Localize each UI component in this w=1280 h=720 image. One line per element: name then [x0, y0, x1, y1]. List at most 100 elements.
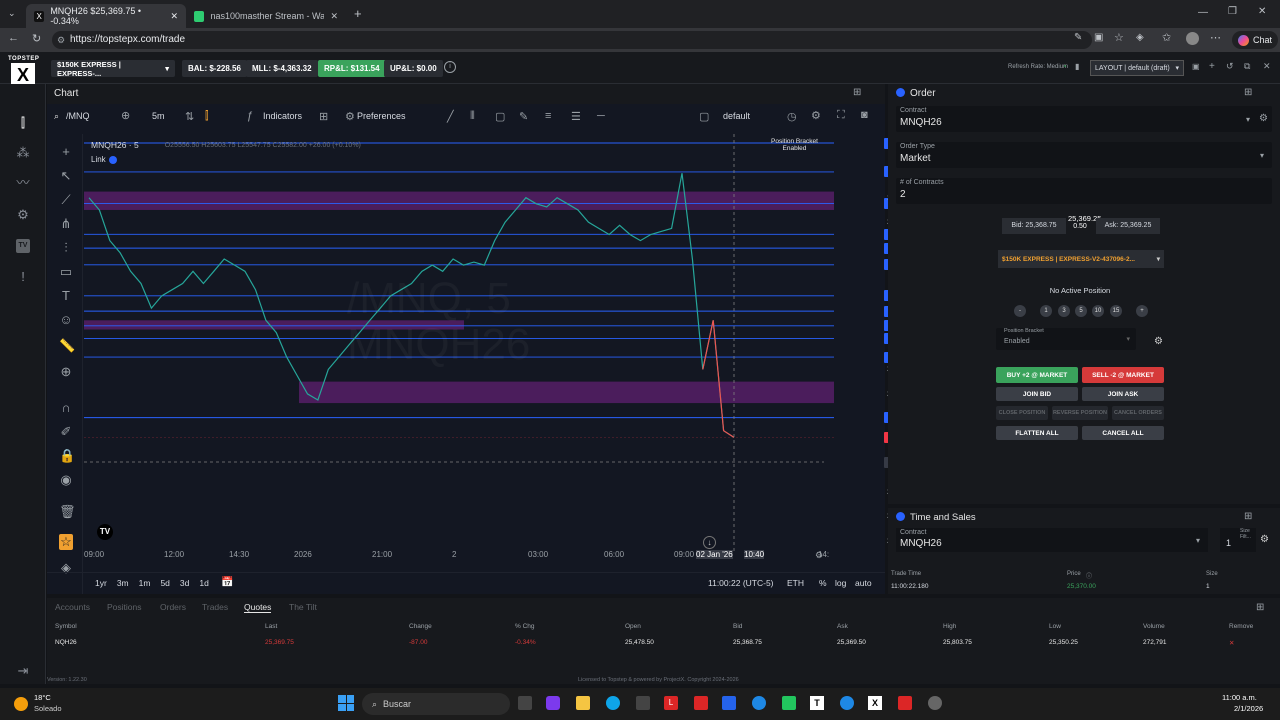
date-range-icon[interactable]: 📅: [221, 577, 233, 588]
ask-price[interactable]: Ask: 25,369.25: [1096, 218, 1160, 234]
add-panel-icon[interactable]: ⊞: [1244, 87, 1252, 98]
pen-icon[interactable]: ✎: [519, 110, 528, 123]
exit-icon[interactable]: ⇥: [16, 664, 30, 678]
sell-market-button[interactable]: SELL -2 @ MARKET: [1082, 367, 1164, 383]
weather-sun-icon[interactable]: [14, 697, 28, 711]
undo-icon[interactable]: ↺: [1226, 61, 1234, 72]
taskbar-search-input[interactable]: ⌕ Buscar: [362, 693, 510, 715]
go-to-time-icon[interactable]: ↓: [703, 536, 716, 549]
reload-icon[interactable]: ↻: [32, 32, 41, 45]
template-select[interactable]: default: [723, 111, 750, 121]
add-layout-icon[interactable]: +: [1209, 61, 1215, 72]
column-header[interactable]: Last: [265, 623, 277, 630]
copilot-app-icon[interactable]: [546, 696, 560, 710]
symbol-search-input[interactable]: /MNQ: [66, 111, 90, 121]
edge-icon[interactable]: [606, 696, 620, 710]
topstep-app-icon[interactable]: X: [868, 696, 882, 710]
join-ask-button[interactable]: JOIN ASK: [1082, 387, 1164, 401]
cancel-all-button[interactable]: CANCEL ALL: [1082, 426, 1164, 440]
browser2-icon[interactable]: [840, 696, 854, 710]
shape-tool-icon[interactable]: ▭: [59, 264, 73, 280]
maximize-icon[interactable]: ❐: [1228, 6, 1237, 17]
column-header[interactable]: Low: [1049, 623, 1061, 630]
preferences-button[interactable]: Preferences: [357, 111, 406, 121]
indicators-button[interactable]: Indicators: [263, 111, 302, 121]
store-icon[interactable]: [636, 696, 650, 710]
browser-globe-icon[interactable]: [752, 696, 766, 710]
column-header[interactable]: Bid: [733, 623, 742, 630]
percent-toggle[interactable]: %: [819, 578, 827, 588]
log-toggle[interactable]: log: [835, 578, 846, 588]
pattern-tool-icon[interactable]: ⫶: [59, 240, 73, 256]
bottom-tab-the-tilt[interactable]: The Tilt: [289, 602, 317, 612]
rectangle-icon[interactable]: ▢: [495, 110, 505, 123]
fullscreen-icon[interactable]: ⛶: [837, 109, 845, 122]
close-icon[interactable]: ✕: [330, 11, 338, 22]
column-header[interactable]: Open: [625, 623, 641, 630]
outlook-icon[interactable]: [722, 696, 736, 710]
app-red3-icon[interactable]: [898, 696, 912, 710]
order-type-select[interactable]: Order Type Market ▾: [896, 142, 1272, 168]
file-explorer-icon[interactable]: [576, 696, 590, 710]
auto-toggle[interactable]: auto: [855, 578, 872, 588]
quick-qty-button[interactable]: 10: [1092, 305, 1104, 317]
tab-mnq[interactable]: X MNQH26 $25,369.75 • -0.34% ✕: [26, 4, 186, 28]
column-header[interactable]: Change: [409, 623, 432, 630]
flatten-all-button[interactable]: FLATTEN ALL: [996, 426, 1078, 440]
position-bracket-select[interactable]: Position Bracket Enabled ▾: [996, 328, 1136, 350]
emoji-tool-icon[interactable]: ☺: [59, 312, 73, 327]
bottom-tab-trades[interactable]: Trades: [202, 602, 228, 612]
column-header[interactable]: Volume: [1143, 623, 1165, 630]
indicators-icon[interactable]: ƒ: [247, 110, 253, 122]
windows-start-icon[interactable]: [338, 695, 354, 711]
column-header[interactable]: Ask: [837, 623, 848, 630]
hline-icon[interactable]: ─: [597, 110, 605, 122]
order-account-select[interactable]: $150K EXPRESS | EXPRESS-V2-437096-2... ▾: [998, 250, 1164, 268]
tab-stream[interactable]: nas100masther Stream - Watch Liv ✕: [186, 4, 346, 28]
search-icon[interactable]: ⌕: [54, 111, 59, 122]
trendline-tool-icon[interactable]: ⟋: [59, 192, 73, 208]
ts-contract-select[interactable]: Contract MNQH26 ▾: [896, 528, 1208, 552]
candles-icon[interactable]: ⫿: [205, 110, 209, 123]
range-button-3m[interactable]: 3m: [117, 578, 129, 588]
cursor-icon[interactable]: ↖: [59, 168, 73, 184]
bottom-tab-positions[interactable]: Positions: [107, 602, 142, 612]
account-selector[interactable]: $150K EXPRESS | EXPRESS-... ▾: [51, 60, 175, 78]
contract-settings-icon[interactable]: ⚙: [1259, 113, 1268, 124]
join-bid-button[interactable]: JOIN BID: [996, 387, 1078, 401]
quick-qty-button[interactable]: 3: [1058, 305, 1070, 317]
zoom-in-icon[interactable]: ⊕: [59, 364, 73, 380]
add-panel-icon[interactable]: ⊞: [1244, 511, 1252, 522]
interval-button[interactable]: 5m: [152, 111, 165, 121]
buy-market-button[interactable]: BUY +2 @ MARKET: [996, 367, 1078, 383]
quick-qty-button[interactable]: +: [1136, 305, 1148, 317]
cancel-orders-button[interactable]: CANCEL ORDERS: [1112, 406, 1164, 420]
quick-qty-button[interactable]: 1: [1040, 305, 1052, 317]
trendline-icon[interactable]: ╱: [447, 110, 454, 123]
info-icon[interactable]: i: [444, 61, 456, 73]
close-window-icon[interactable]: ✕: [1258, 6, 1266, 17]
copilot-chat-button[interactable]: Chat: [1232, 31, 1279, 49]
bottom-tab-quotes[interactable]: Quotes: [244, 602, 272, 613]
bottom-tab-orders[interactable]: Orders: [160, 602, 186, 612]
add-panel-icon[interactable]: ⊞: [853, 87, 861, 98]
remove-row-icon[interactable]: ✕: [1229, 639, 1234, 647]
magnet-icon[interactable]: ∩: [59, 400, 73, 415]
range-button-1yr[interactable]: 1yr: [95, 578, 107, 588]
add-symbol-icon[interactable]: ⊕: [121, 109, 130, 122]
alerts-icon[interactable]: !: [16, 270, 30, 284]
contracts-input[interactable]: # of Contracts 2: [896, 178, 1272, 204]
channel-icon[interactable]: ≡: [545, 110, 551, 122]
close-position-button[interactable]: CLOSE POSITION: [996, 406, 1048, 420]
range-button-5d[interactable]: 5d: [160, 578, 169, 588]
size-filter-input[interactable]: Size Filt... 1: [1220, 528, 1256, 552]
quick-qty-button[interactable]: -: [1014, 305, 1026, 317]
task-view-icon[interactable]: [518, 696, 532, 710]
range-button-3d[interactable]: 3d: [180, 578, 189, 588]
back-icon[interactable]: ←: [8, 32, 19, 44]
chart-candles-icon[interactable]: ⫿: [16, 116, 30, 130]
pencil-lock-icon[interactable]: ✐: [59, 424, 73, 440]
fib-icon[interactable]: ⦀: [470, 110, 475, 123]
app-green-icon[interactable]: [782, 696, 796, 710]
translate-icon[interactable]: ✎: [1074, 32, 1082, 43]
